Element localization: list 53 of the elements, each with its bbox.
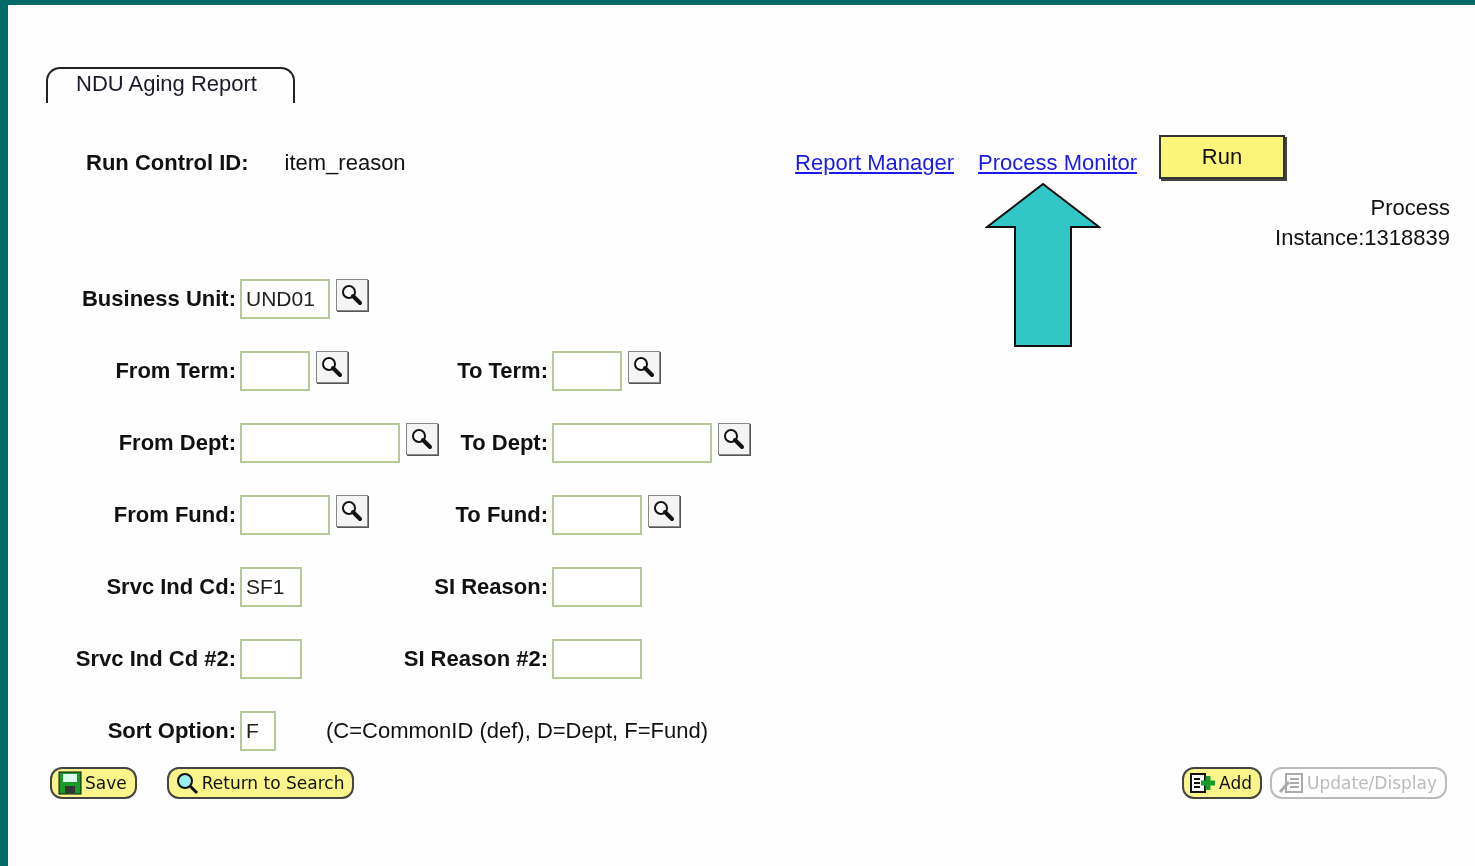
- add-icon: [1190, 772, 1217, 794]
- field-label: SI Reason:: [434, 574, 548, 600]
- page-tab[interactable]: NDU Aging Report: [46, 67, 295, 103]
- text-field[interactable]: [552, 639, 642, 679]
- lookup-button[interactable]: [718, 423, 750, 455]
- field-label: Sort Option:: [107, 718, 236, 744]
- run-button[interactable]: Run: [1159, 135, 1285, 179]
- lookup-button[interactable]: [336, 495, 368, 527]
- lookup-button[interactable]: [316, 351, 348, 383]
- text-field[interactable]: [552, 495, 642, 535]
- text-field[interactable]: [552, 423, 712, 463]
- field-label: From Term:: [115, 358, 236, 384]
- field-label: To Term:: [457, 358, 548, 384]
- text-field[interactable]: [552, 351, 622, 391]
- field-label: Run Control ID:: [86, 150, 249, 176]
- field-label: To Fund:: [455, 502, 548, 528]
- lookup-button[interactable]: [628, 351, 660, 383]
- field-label: Business Unit:: [81, 286, 236, 312]
- text-field[interactable]: [240, 423, 400, 463]
- field-label: To Dept:: [460, 430, 548, 456]
- search-icon: [632, 355, 656, 379]
- lookup-button[interactable]: [406, 423, 438, 455]
- lookup-button[interactable]: [336, 279, 368, 311]
- search-icon: [652, 499, 676, 523]
- field-label: From Fund:: [113, 502, 236, 528]
- nav-link[interactable]: Process Monitor: [978, 150, 1137, 176]
- search-icon: [174, 771, 199, 795]
- field-label: SI Reason #2:: [403, 646, 548, 672]
- search-button[interactable]: Return to Search: [166, 767, 355, 799]
- search-icon: [340, 283, 364, 307]
- text-field[interactable]: UND01: [240, 279, 330, 319]
- text-field[interactable]: [240, 495, 330, 535]
- lookup-button[interactable]: [648, 495, 680, 527]
- document-pen-icon: [1278, 772, 1305, 794]
- text-field[interactable]: [240, 639, 302, 679]
- add-button[interactable]: Add: [1182, 767, 1263, 799]
- save-button[interactable]: Save: [50, 767, 137, 799]
- text-field[interactable]: [240, 351, 310, 391]
- text-field[interactable]: F: [240, 711, 276, 751]
- field-label: Srvc Ind Cd:: [106, 574, 236, 600]
- process-instance-text: Process Instance:1318839: [1274, 194, 1450, 252]
- search-icon: [722, 427, 746, 451]
- hint-text: (C=CommonID (def), D=Dept, F=Fund): [326, 718, 709, 744]
- field-label: From Dept:: [118, 430, 236, 456]
- search-icon: [320, 355, 344, 379]
- nav-link[interactable]: Report Manager: [795, 150, 955, 176]
- text-field[interactable]: [552, 567, 642, 607]
- up-arrow-icon: [985, 182, 1101, 348]
- text-field[interactable]: SF1: [240, 567, 302, 607]
- search-icon: [340, 499, 364, 523]
- field-label: Srvc Ind Cd #2:: [75, 646, 236, 672]
- field-value: item_reason: [284, 150, 406, 176]
- search-icon: [410, 427, 434, 451]
